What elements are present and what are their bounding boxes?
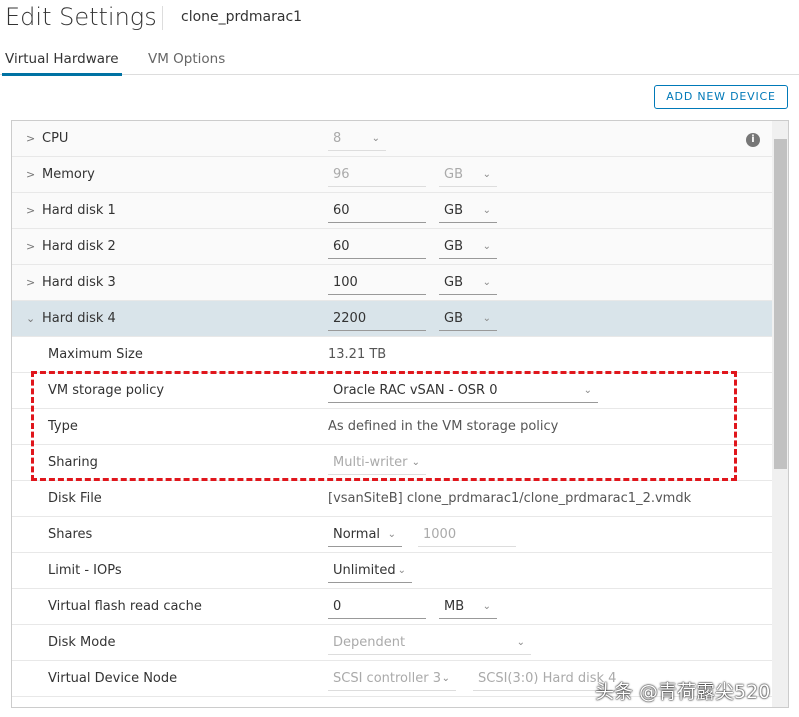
tab-virtual-hardware[interactable]: Virtual Hardware [2, 51, 122, 76]
memory-unit-select[interactable]: GB ⌄ [439, 165, 497, 187]
chevron-down-icon: ⌄ [441, 673, 450, 684]
shares-amount-input[interactable]: 1000 [418, 525, 516, 547]
hard-disk-3-size-input[interactable]: 100 [328, 273, 426, 295]
disk-file-value: [vsanSiteB] clone_prdmarac1/clone_prdmar… [328, 491, 692, 506]
chevron-down-icon: ⌄ [482, 313, 491, 324]
add-new-device-button[interactable]: ADD NEW DEVICE [654, 85, 788, 109]
hard-disk-3-unit-select[interactable]: GB ⌄ [439, 273, 497, 295]
chevron-down-icon: ⌄ [387, 529, 396, 540]
row-label: Virtual flash read cache [48, 599, 202, 614]
hard-disk-3-row[interactable]: > Hard disk 3 100 GB ⌄ [12, 265, 772, 301]
cpu-row[interactable]: > CPU 8 ⌄ i [12, 121, 772, 157]
shares-select[interactable]: Normal ⌄ [328, 525, 402, 547]
limit-iops-select[interactable]: Unlimited ⌄ [328, 561, 412, 583]
chevron-right-icon[interactable]: > [26, 168, 35, 181]
scrollbar-thumb[interactable] [774, 139, 787, 469]
hard-disk-2-unit-select[interactable]: GB ⌄ [439, 237, 497, 259]
controller-select[interactable]: SCSI controller 3 ⌄ [328, 669, 456, 691]
disk-file-row: Disk File [vsanSiteB] clone_prdmarac1/cl… [12, 481, 772, 517]
row-label: Memory [42, 167, 95, 182]
memory-row[interactable]: > Memory 96 GB ⌄ [12, 157, 772, 193]
limit-iops-row: Limit - IOPs Unlimited ⌄ [12, 553, 772, 589]
chevron-down-icon: ⌄ [482, 169, 491, 180]
chevron-down-icon: ⌄ [371, 133, 380, 144]
row-label: Hard disk 3 [42, 275, 116, 290]
chevron-down-icon: ⌄ [482, 205, 491, 216]
chevron-down-icon: ⌄ [516, 637, 525, 648]
hard-disk-2-row[interactable]: > Hard disk 2 60 GB ⌄ [12, 229, 772, 265]
cpu-select[interactable]: 8 ⌄ [328, 129, 386, 151]
watermark: 头条 @青荷露尖520 [595, 681, 771, 703]
disk-mode-row: Disk Mode Dependent ⌄ [12, 625, 772, 661]
chevron-right-icon[interactable]: > [26, 240, 35, 253]
tab-bar: Virtual Hardware VM Options [0, 44, 799, 76]
tab-vm-options[interactable]: VM Options [148, 51, 225, 67]
hard-disk-4-row[interactable]: ⌄ Hard disk 4 2200 GB ⌄ [12, 301, 772, 337]
divider [162, 6, 163, 30]
hard-disk-2-size-input[interactable]: 60 [328, 237, 426, 259]
chevron-right-icon[interactable]: > [26, 276, 35, 289]
chevron-right-icon[interactable]: > [26, 132, 35, 145]
shares-row: Shares Normal ⌄ 1000 [12, 517, 772, 553]
row-label: Limit - IOPs [48, 563, 122, 578]
flash-cache-input[interactable]: 0 [328, 597, 426, 619]
chevron-down-icon[interactable]: ⌄ [26, 312, 35, 325]
maximum-size-value: 13.21 TB [328, 347, 387, 362]
highlight-box [31, 371, 737, 481]
vm-name: clone_prdmarac1 [181, 9, 303, 25]
row-label: Maximum Size [48, 347, 143, 362]
hard-disk-1-row[interactable]: > Hard disk 1 60 GB ⌄ [12, 193, 772, 229]
chevron-down-icon: ⌄ [482, 601, 491, 612]
row-label: CPU [42, 131, 69, 146]
chevron-down-icon: ⌄ [482, 277, 491, 288]
hard-disk-1-size-input[interactable]: 60 [328, 201, 426, 223]
flash-cache-row: Virtual flash read cache 0 MB ⌄ [12, 589, 772, 625]
row-label: Disk Mode [48, 635, 116, 650]
chevron-down-icon: ⌄ [397, 565, 406, 576]
page-title: Edit Settings [5, 3, 157, 31]
row-label: Disk File [48, 491, 102, 506]
row-label: Hard disk 4 [42, 311, 116, 326]
memory-input[interactable]: 96 [328, 165, 426, 187]
disk-mode-select[interactable]: Dependent ⌄ [328, 633, 531, 655]
scrollbar[interactable] [772, 121, 788, 707]
info-icon[interactable]: i [746, 133, 760, 147]
flash-cache-unit-select[interactable]: MB ⌄ [439, 597, 497, 619]
chevron-down-icon: ⌄ [482, 241, 491, 252]
hard-disk-4-unit-select[interactable]: GB ⌄ [439, 309, 497, 331]
row-label: Shares [48, 527, 93, 542]
maximum-size-row: Maximum Size 13.21 TB [12, 337, 772, 373]
hard-disk-4-size-input[interactable]: 2200 [328, 309, 426, 331]
row-label: Hard disk 2 [42, 239, 116, 254]
hard-disk-1-unit-select[interactable]: GB ⌄ [439, 201, 497, 223]
row-label: Hard disk 1 [42, 203, 116, 218]
row-label: Virtual Device Node [48, 671, 178, 686]
chevron-right-icon[interactable]: > [26, 204, 35, 217]
